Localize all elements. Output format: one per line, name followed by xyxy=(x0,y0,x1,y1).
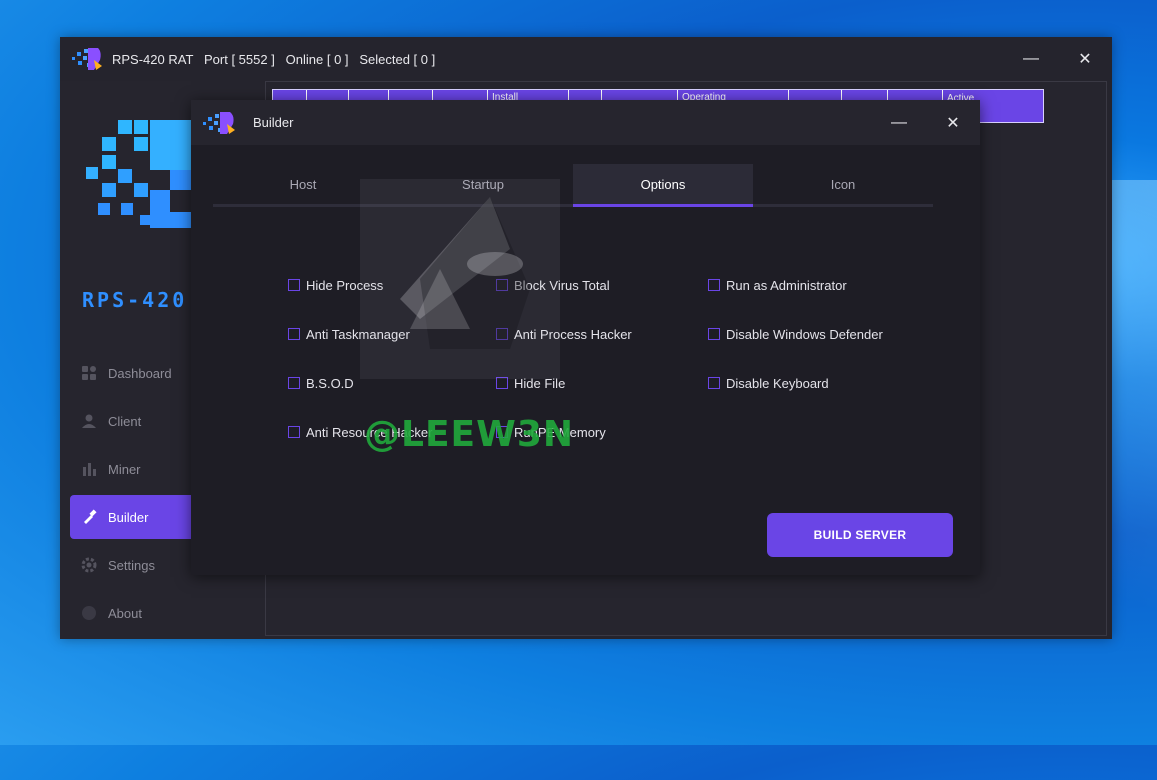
checkbox[interactable] xyxy=(288,377,300,389)
sidebar-item-label: Dashboard xyxy=(108,365,172,381)
option-disable-keyboard[interactable]: Disable Keyboard xyxy=(708,373,829,393)
option-block-virus-total[interactable]: Block Virus Total xyxy=(496,275,610,295)
brand-name: RPS-420 xyxy=(82,288,188,312)
checkbox[interactable] xyxy=(288,328,300,340)
main-window-title: RPS-420 RAT Port [ 5552 ] Online [ 0 ] S… xyxy=(112,51,436,67)
option-anti-resource-hacker[interactable]: Anti Resource Hacker xyxy=(288,422,432,442)
brand-logo-icon xyxy=(85,117,195,235)
option-anti-process-hacker[interactable]: Anti Process Hacker xyxy=(496,324,632,344)
option-label: Anti Resource Hacker xyxy=(306,424,433,440)
checkbox[interactable] xyxy=(496,377,508,389)
sidebar-item-label: Miner xyxy=(108,461,141,477)
option-label: RunPE Memory xyxy=(514,424,606,440)
options-panel: Hide Process Anti Taskmanager B.S.O.D An… xyxy=(288,275,928,475)
sidebar-item-about[interactable]: About xyxy=(70,591,265,635)
builder-close-button[interactable]: ✕ xyxy=(926,100,980,145)
checkbox[interactable] xyxy=(496,328,508,340)
option-label: Hide File xyxy=(514,375,566,391)
option-run-as-administrator[interactable]: Run as Administrator xyxy=(708,275,847,295)
option-label: Block Virus Total xyxy=(514,277,610,293)
option-label: Anti Process Hacker xyxy=(514,326,632,342)
option-label: Run as Administrator xyxy=(726,277,847,293)
checkbox[interactable] xyxy=(708,377,720,389)
sidebar-item-label: Client xyxy=(108,413,142,429)
sidebar-item-label: Builder xyxy=(108,509,149,525)
checkbox[interactable] xyxy=(708,328,720,340)
builder-icon xyxy=(80,508,98,526)
builder-body: Host Startup Options Icon Hide Process A… xyxy=(191,145,980,575)
option-hide-process[interactable]: Hide Process xyxy=(288,275,383,295)
option-label: Disable Windows Defender xyxy=(726,326,883,342)
option-disable-windows-defender[interactable]: Disable Windows Defender xyxy=(708,324,883,344)
minimize-button[interactable]: — xyxy=(1004,37,1058,81)
builder-tabs: Host Startup Options Icon xyxy=(213,164,933,207)
option-bsod[interactable]: B.S.O.D xyxy=(288,373,354,393)
builder-minimize-button[interactable]: — xyxy=(872,100,926,145)
client-icon xyxy=(80,412,98,430)
app-logo-icon xyxy=(70,46,104,72)
sidebar-item-label: About xyxy=(108,605,142,621)
tab-host[interactable]: Host xyxy=(213,164,393,204)
sidebar-item-label: Settings xyxy=(108,557,155,573)
close-button[interactable]: ✕ xyxy=(1058,37,1112,81)
settings-icon xyxy=(80,556,98,574)
main-titlebar: RPS-420 RAT Port [ 5552 ] Online [ 0 ] S… xyxy=(60,37,1112,81)
tab-icon[interactable]: Icon xyxy=(753,164,933,204)
option-anti-taskmanager[interactable]: Anti Taskmanager xyxy=(288,324,410,344)
about-icon xyxy=(80,604,98,622)
builder-titlebar: Builder — ✕ xyxy=(191,100,980,145)
checkbox[interactable] xyxy=(496,426,508,438)
dashboard-icon xyxy=(80,364,98,382)
tab-startup[interactable]: Startup xyxy=(393,164,573,204)
option-hide-file[interactable]: Hide File xyxy=(496,373,565,393)
option-runpe-memory[interactable]: RunPE Memory xyxy=(496,422,606,442)
builder-dialog: Builder — ✕ Host Startup Options Icon Hi… xyxy=(191,100,980,575)
option-label: Disable Keyboard xyxy=(726,375,829,391)
option-label: Hide Process xyxy=(306,277,384,293)
miner-icon xyxy=(80,460,98,478)
checkbox[interactable] xyxy=(708,279,720,291)
builder-title: Builder xyxy=(253,115,294,130)
build-server-button[interactable]: BUILD SERVER xyxy=(767,513,953,557)
option-label: Anti Taskmanager xyxy=(306,326,410,342)
checkbox[interactable] xyxy=(288,426,300,438)
checkbox[interactable] xyxy=(496,279,508,291)
app-logo-icon xyxy=(201,110,237,136)
tab-options[interactable]: Options xyxy=(573,164,753,207)
option-label: B.S.O.D xyxy=(306,375,354,391)
checkbox[interactable] xyxy=(288,279,300,291)
